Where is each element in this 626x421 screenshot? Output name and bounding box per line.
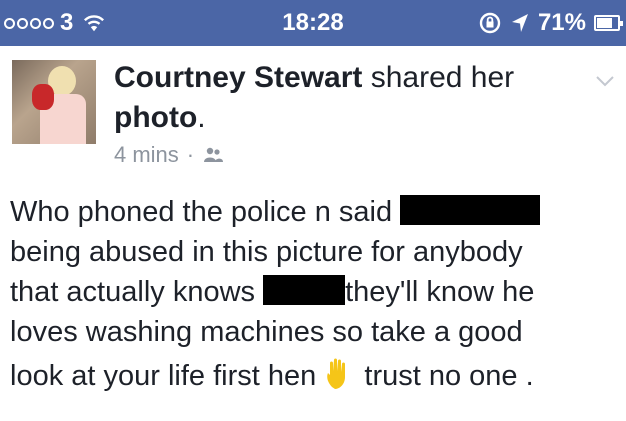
friends-icon (204, 147, 224, 162)
post-line: look at your life first hen trust no one… (10, 356, 610, 396)
post-line: being abused in this picture for anybody (10, 236, 523, 268)
post-text-segment: look at your life first hen (10, 360, 317, 392)
post-text-segment: Who phoned the police n said (10, 196, 393, 228)
post-text-segment: trust no one . (364, 360, 534, 392)
battery-icon (594, 15, 623, 31)
raised-hand-emoji-icon (327, 358, 346, 389)
author-name[interactable]: Courtney Stewart (114, 61, 362, 94)
post-timestamp[interactable]: 4 mins (114, 142, 179, 168)
battery-percentage: 71% (537, 9, 586, 36)
post-text-segment: they'll know he (345, 276, 535, 308)
post-text-segment: that actually knows (10, 276, 256, 308)
author-avatar[interactable] (12, 60, 96, 144)
meta-separator: · (186, 142, 195, 167)
post-action-text: shared her (370, 61, 515, 94)
shared-object-link[interactable]: photo (114, 101, 197, 134)
post-body: Who phoned the police n said being abuse… (10, 192, 610, 396)
post-line: Who phoned the police n said (10, 192, 610, 232)
chevron-down-icon[interactable] (594, 70, 616, 92)
post-line: loves washing machines so take a good (10, 316, 523, 348)
redaction-block (263, 275, 346, 305)
location-arrow-icon (511, 14, 528, 32)
status-right: 71% (478, 9, 623, 37)
status-bar: 3 18:28 71% (0, 0, 626, 46)
orientation-lock-icon (479, 12, 501, 34)
redaction-block (400, 195, 541, 225)
post-meta: 4 mins · (114, 142, 224, 168)
post-line: that actually knows they'll know he (10, 272, 610, 312)
object-suffix: . (197, 101, 206, 134)
post-header: Courtney Stewart shared her photo. (114, 58, 564, 138)
